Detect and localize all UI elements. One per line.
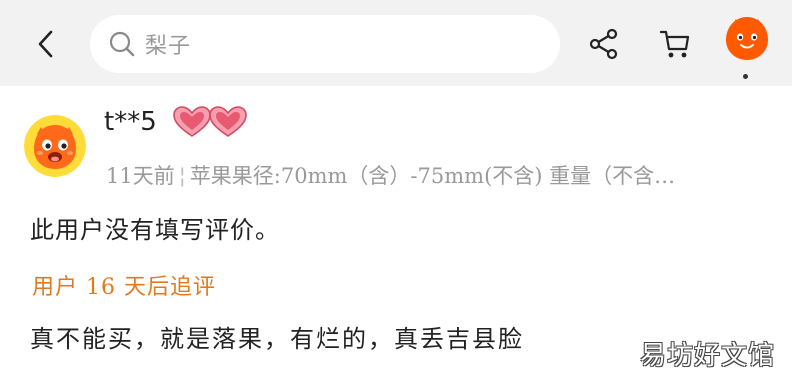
back-button[interactable] [28,24,64,64]
top-bar: 梨子 [0,0,792,86]
search-query: 梨子 [145,34,192,59]
chevron-left-icon [38,30,53,58]
cart-button[interactable] [655,24,695,64]
avatar[interactable] [24,115,86,177]
double-heart-icon [172,104,252,140]
mascot-avatar-icon [24,115,86,177]
review-meta: 11天前 ¦ 苹果果径:70mm（含）-75mm(不含) 重量（不含… [106,160,776,192]
followup-label: 用户 16 天后追评 [32,275,216,300]
cart-icon [659,30,690,58]
product-spec: 苹果果径:70mm（含）-75mm(不含) 重量（不含… [189,164,676,188]
username: t**5 [104,107,157,137]
search-icon [107,29,137,59]
notification-dot [743,74,748,79]
share-button[interactable] [585,24,623,64]
review-content: 此用户没有填写评价。 [30,216,280,244]
meta-separator: ¦ [178,164,186,188]
search-input[interactable]: 梨子 [90,15,560,73]
followup-content: 真不能买，就是落果，有烂的，真丢吉县脸 [30,325,524,353]
mascot-icon [726,17,768,60]
mascot-button[interactable] [722,14,772,64]
share-icon [589,28,618,60]
review-time: 11天前 [106,164,175,188]
watermark: 易坊好文馆 [640,341,776,371]
